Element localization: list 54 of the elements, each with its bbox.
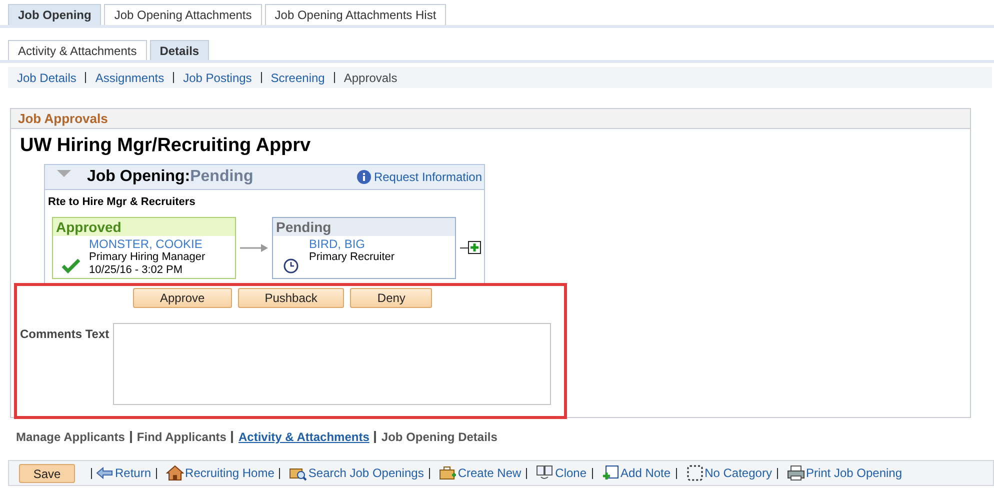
save-button[interactable]: Save	[19, 464, 75, 482]
page-link[interactable]: Job Opening Details	[381, 428, 498, 446]
approval-date: 10/25/16 - 3:02 PM	[89, 264, 184, 276]
dashed-square-icon	[686, 465, 704, 481]
page-tab[interactable]: Job Opening	[8, 4, 102, 25]
check-icon	[62, 258, 80, 274]
add-step-icon[interactable]	[468, 241, 481, 254]
action-button[interactable]: Deny	[350, 288, 432, 308]
clock-icon	[283, 258, 299, 274]
section-link[interactable]: Job Postings	[183, 68, 252, 86]
printer-icon	[786, 465, 805, 481]
approver-role: Primary Hiring Manager	[89, 250, 206, 264]
workflow-heading: Job Opening:Pending	[87, 167, 254, 187]
page-link[interactable]: Activity & Attachments	[238, 428, 370, 446]
collapse-triangle-icon[interactable]	[57, 170, 71, 178]
briefcase-icon	[438, 465, 457, 481]
toolbar-link[interactable]: Search Job Openings	[289, 464, 424, 482]
page-tab[interactable]: Job Opening Attachments	[104, 4, 262, 25]
copy-icon	[536, 465, 554, 481]
add-note-icon	[602, 465, 620, 481]
approver-role: Primary Recruiter	[309, 250, 395, 264]
page-link[interactable]: Manage Applicants	[16, 428, 125, 446]
section-link[interactable]: Screening	[270, 68, 325, 86]
info-icon	[356, 170, 371, 184]
approver-link[interactable]: BIRD, BIG	[309, 238, 395, 250]
request-information-link[interactable]: Request Information	[374, 168, 482, 186]
house-icon	[166, 465, 184, 481]
section-link[interactable]: Approvals	[344, 68, 398, 86]
route-name: Rte to Hire Mgr & Recruiters	[48, 195, 196, 210]
toolbar-link[interactable]: Print Job Opening	[786, 464, 902, 482]
panel-header: Job Approvals	[11, 109, 970, 129]
page-tab[interactable]: Job Opening Attachments Hist	[264, 4, 446, 25]
back-arrow-icon	[96, 465, 114, 481]
step-status: Approved	[53, 218, 235, 236]
section-link[interactable]: Assignments	[95, 68, 164, 86]
comments-field[interactable]	[113, 323, 551, 405]
toolbar-link[interactable]: Recruiting Home	[166, 464, 274, 482]
approval-title: UW Hiring Mgr/Recruiting Apprv	[20, 135, 312, 157]
connector-line	[460, 246, 468, 248]
toolbar-link[interactable]: Clone	[536, 464, 587, 482]
toolbar-link[interactable]: Return	[96, 464, 152, 482]
toolbar-link[interactable]: Add Note	[602, 464, 671, 482]
page-link[interactable]: Find Applicants	[136, 428, 226, 446]
action-button[interactable]: Approve	[133, 288, 232, 308]
comments-label: Comments Text	[20, 326, 110, 343]
action-button[interactable]: Pushback	[238, 288, 344, 308]
toolbar-link[interactable]: Create New	[438, 464, 522, 482]
sub-tab[interactable]: Details	[150, 40, 210, 60]
approver-link[interactable]: MONSTER, COOKIE	[89, 238, 206, 250]
section-link[interactable]: Job Details	[17, 68, 76, 86]
toolbar-link[interactable]: No Category	[686, 464, 772, 482]
step-status: Pending	[273, 218, 455, 236]
arrow-icon	[240, 242, 268, 252]
sub-tab[interactable]: Activity & Attachments	[8, 40, 147, 60]
